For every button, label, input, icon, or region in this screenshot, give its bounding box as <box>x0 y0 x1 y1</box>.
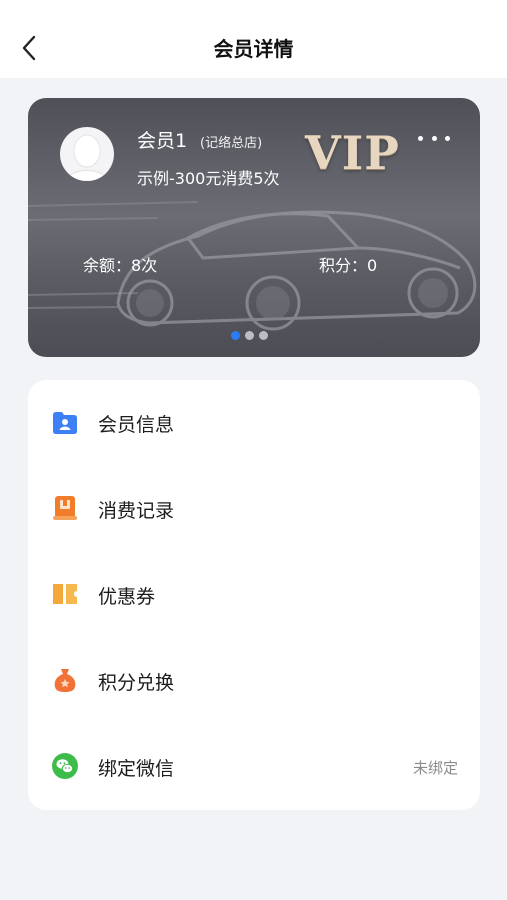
member-folder-icon <box>53 412 77 434</box>
menu-label-bind-wechat: 绑定微信 <box>98 758 175 780</box>
menu-label-consumption-records: 消费记录 <box>98 500 175 522</box>
avatar[interactable] <box>60 127 114 181</box>
pager-dot-1[interactable] <box>231 331 240 340</box>
menu-item-consumption-records[interactable]: 消费记录 <box>28 466 480 552</box>
member-name: 会员1 <box>137 130 188 152</box>
nav-header: 会员详情 <box>0 0 507 78</box>
balance-text: 余额：8次 <box>83 256 158 275</box>
vip-badge: VIP <box>305 126 400 180</box>
menu-label-member-info: 会员信息 <box>98 414 175 436</box>
member-card[interactable]: 会员1 (记络总店) 示例-300元消费5次 VIP 余额：8次 积分：0 <box>28 98 480 357</box>
wechat-bind-status: 未绑定 <box>412 759 458 777</box>
menu-item-coupons[interactable]: 优惠券 <box>28 552 480 638</box>
more-options-button[interactable] <box>418 128 450 148</box>
menu-list: 会员信息 消费记录 优惠券 积分兑换 绑定微信 未绑定 <box>28 380 480 810</box>
menu-item-member-info[interactable]: 会员信息 <box>28 380 480 466</box>
more-dots-icon <box>418 135 450 141</box>
menu-item-points-exchange[interactable]: 积分兑换 <box>28 638 480 724</box>
member-plan: 示例-300元消费5次 <box>137 169 280 188</box>
wechat-icon <box>52 753 78 779</box>
pager-dot-3[interactable] <box>259 331 268 340</box>
menu-item-bind-wechat[interactable]: 绑定微信 未绑定 <box>28 724 480 810</box>
card-pager <box>231 331 268 341</box>
coupon-icon <box>53 584 77 604</box>
points-text: 积分：0 <box>319 256 378 275</box>
avatar-silhouette-icon <box>65 134 109 181</box>
menu-label-points-exchange: 积分兑换 <box>98 672 175 694</box>
page-title: 会员详情 <box>213 37 294 61</box>
money-bag-icon <box>54 669 76 692</box>
pager-dot-2[interactable] <box>245 331 254 340</box>
menu-label-coupons: 优惠券 <box>98 586 156 608</box>
member-store: (记络总店) <box>200 136 263 151</box>
record-book-icon <box>53 496 77 520</box>
